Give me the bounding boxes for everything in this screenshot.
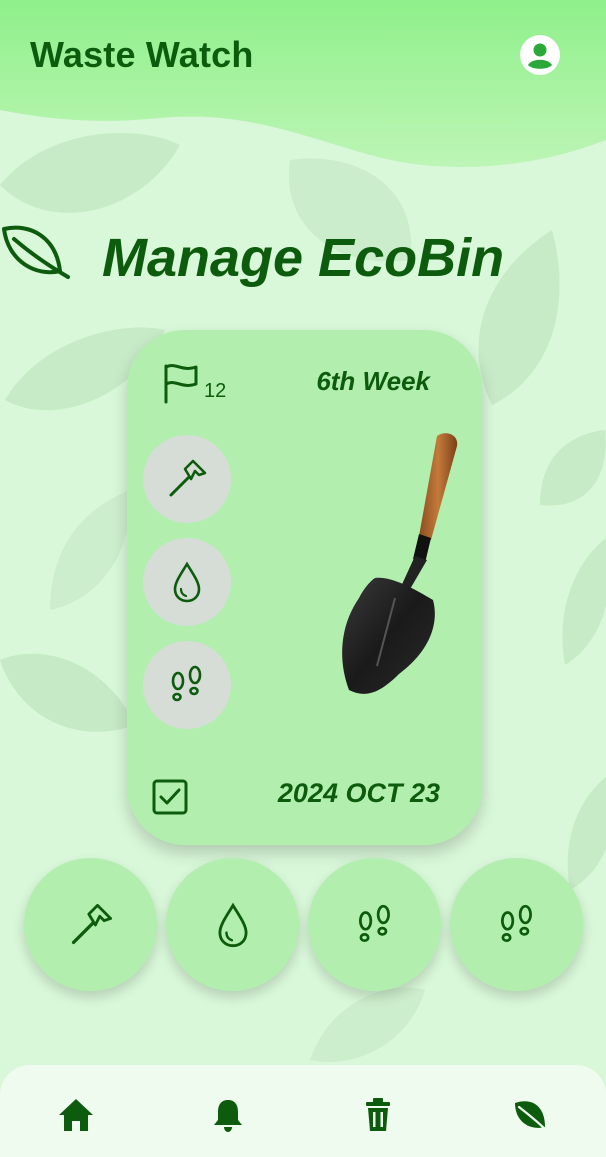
quick-action-footprints-button[interactable] xyxy=(308,858,441,991)
leaf-icon xyxy=(2,225,70,279)
flag-count: 12 xyxy=(204,380,227,402)
leaf-icon xyxy=(515,1101,549,1133)
ecobin-card: 12 6th Week 2024 OCT 23 xyxy=(127,330,482,845)
background-leaf xyxy=(310,987,425,1062)
page-title: Manage EcoBin xyxy=(102,228,505,288)
home-icon xyxy=(59,1099,93,1131)
tool-hammer-button[interactable] xyxy=(143,435,231,523)
profile-button[interactable] xyxy=(520,35,560,75)
tool-water-button[interactable] xyxy=(143,538,231,626)
nav-bin[interactable] xyxy=(356,1093,400,1137)
nav-eco[interactable] xyxy=(508,1093,552,1137)
week-label: 6th Week xyxy=(316,366,430,396)
footprints-icon xyxy=(500,904,532,942)
trash-icon xyxy=(366,1098,390,1131)
hammer-icon xyxy=(71,903,112,944)
water-drop-icon xyxy=(217,902,248,947)
shovel-image xyxy=(342,433,458,694)
quick-action-footprints-button[interactable] xyxy=(450,858,583,991)
quick-action-water-button[interactable] xyxy=(166,858,299,991)
page-heading: Manage EcoBin xyxy=(0,205,606,305)
app-header: Waste Watch xyxy=(0,0,606,180)
bell-icon xyxy=(214,1100,242,1132)
background-leaf xyxy=(562,538,606,665)
bottom-navigation xyxy=(0,1065,606,1157)
nav-notifications[interactable] xyxy=(206,1093,250,1137)
footprints-icon xyxy=(358,904,390,942)
card-date: 2024 OCT 23 xyxy=(277,778,440,808)
background-leaf xyxy=(567,776,606,890)
account-circle-icon xyxy=(522,37,558,73)
quick-action-hammer-button[interactable] xyxy=(24,858,157,991)
background-leaf xyxy=(540,430,606,506)
checkbox-checked-icon[interactable] xyxy=(151,778,189,816)
header-wave xyxy=(0,0,606,167)
app-title: Waste Watch xyxy=(30,34,254,75)
nav-home[interactable] xyxy=(54,1093,98,1137)
flag-icon xyxy=(164,364,198,404)
background-leaf xyxy=(50,490,131,610)
hammer-icon xyxy=(169,459,207,497)
water-drop-icon xyxy=(173,561,201,603)
tool-footprints-button[interactable] xyxy=(143,641,231,729)
background-leaf xyxy=(0,653,135,732)
footprints-icon xyxy=(171,665,202,702)
